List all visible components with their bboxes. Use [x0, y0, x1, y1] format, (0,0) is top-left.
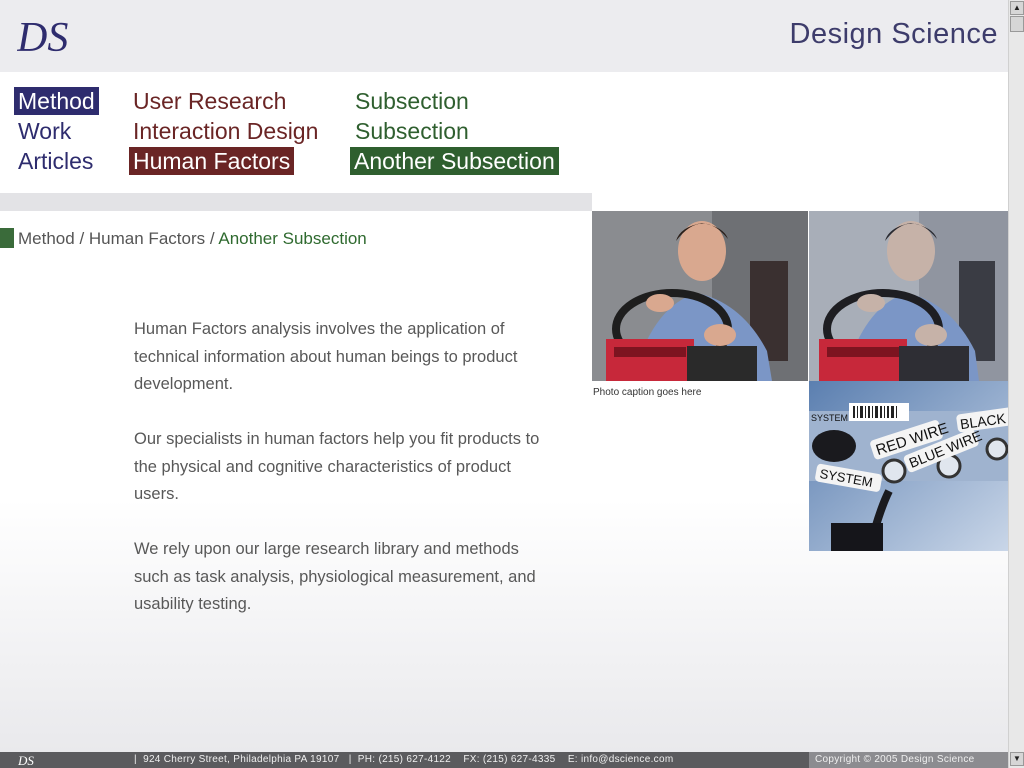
site-header: DS Design Science [0, 0, 1008, 72]
paragraph: Our specialists in human factors help yo… [134, 430, 540, 503]
vertical-scrollbar[interactable]: ▲ ▼ [1008, 0, 1024, 768]
nav-interaction-design[interactable]: Interaction Design [129, 117, 322, 145]
footer-email[interactable]: E: info@dscience.com [568, 754, 674, 765]
footer-copyright-box: Copyright © 2005 Design Science [809, 752, 1008, 768]
breadcrumb-separator: / [79, 229, 85, 248]
footer-contact-info: | 924 Cherry Street, Philadelphia PA 191… [134, 754, 673, 765]
nav-user-research[interactable]: User Research [129, 87, 290, 115]
nav-subsection-1[interactable]: Subsection [351, 87, 473, 115]
photo-wiring-panel: RED WIRE BLUE WIRE BLACK W SYSTEM SYSTEM [809, 381, 1008, 551]
scroll-thumb[interactable] [1010, 16, 1024, 32]
scroll-up-button[interactable]: ▲ [1010, 1, 1024, 15]
paragraph: We rely upon our large research library … [134, 540, 536, 613]
paragraph: Human Factors analysis involves the appl… [134, 320, 518, 393]
footer-divider: | [348, 754, 352, 765]
breadcrumb-separator: / [209, 229, 215, 248]
nav-work[interactable]: Work [14, 117, 75, 145]
nav-another-subsection[interactable]: Another Subsection [350, 147, 559, 175]
breadcrumb-method[interactable]: Method [18, 229, 75, 248]
breadcrumb-marker [0, 228, 14, 248]
footer-copyright: Copyright © 2005 Design Science [815, 754, 975, 765]
ds-logo[interactable]: DS [17, 14, 75, 58]
nav-articles[interactable]: Articles [14, 147, 97, 175]
nav-method[interactable]: Method [14, 87, 99, 115]
logo-text: DS [17, 15, 68, 58]
nav-human-factors[interactable]: Human Factors [129, 147, 295, 175]
photo-caption: Photo caption goes here [593, 387, 702, 398]
footer-fax: FX: (215) 627-4335 [463, 754, 556, 765]
panel-label: SYSTEM [811, 413, 848, 423]
nav-subsection-2[interactable]: Subsection [351, 117, 473, 145]
brand-name[interactable]: Design Science [790, 18, 999, 51]
footer-divider: | [134, 754, 137, 765]
footer-logo-text: DS [18, 753, 34, 767]
footer-phone: PH: (215) 627-4122 [357, 754, 452, 765]
article-body: Human Factors analysis involves the appl… [134, 316, 554, 646]
footer-address: 924 Cherry Street, Philadelphia PA 19107 [143, 754, 340, 765]
scroll-down-button[interactable]: ▼ [1010, 752, 1024, 766]
photo-human-factors-color [592, 211, 808, 381]
photo-human-factors-duotone [809, 211, 1008, 381]
footer-ds-logo[interactable]: DS [18, 753, 42, 767]
breadcrumb-current: Another Subsection [218, 229, 367, 248]
site-footer: DS | 924 Cherry Street, Philadelphia PA … [0, 752, 1008, 768]
breadcrumb-human-factors[interactable]: Human Factors [89, 229, 205, 248]
breadcrumb: Method / Human Factors / Another Subsect… [18, 229, 367, 249]
divider-band [0, 193, 592, 211]
